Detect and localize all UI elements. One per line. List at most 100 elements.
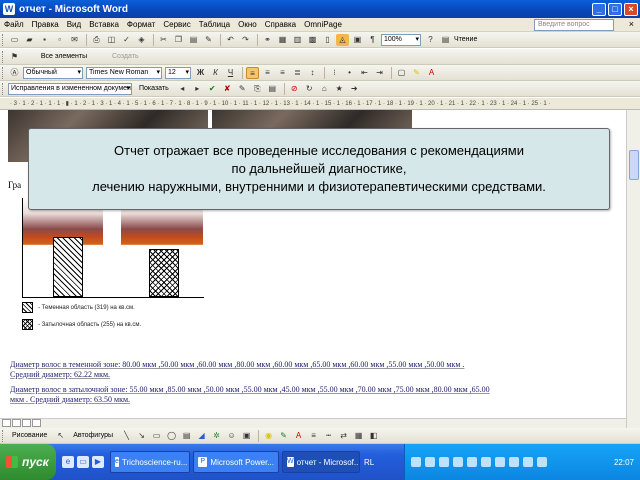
rectangle-icon[interactable]: ▭ — [150, 430, 163, 442]
menu-omnipage[interactable]: OmniPage — [300, 20, 346, 29]
undo-icon[interactable]: ↶ — [224, 34, 237, 46]
fill-color-icon[interactable]: ◉ — [262, 430, 275, 442]
close-document-button[interactable]: × — [629, 19, 634, 29]
oval-icon[interactable]: ◯ — [165, 430, 178, 442]
tables-borders-icon[interactable]: ▦ — [276, 34, 289, 46]
toolbar-grip[interactable] — [2, 429, 5, 442]
diagram-icon[interactable]: ✲ — [210, 430, 223, 442]
new-document-icon[interactable]: ▭ — [8, 34, 21, 46]
line-spacing-icon[interactable]: ↕ — [306, 67, 319, 79]
reviewing-pane-icon[interactable]: ▤ — [266, 83, 279, 95]
document-map-icon[interactable]: ▣ — [351, 34, 364, 46]
line-style-icon[interactable]: ≡ — [307, 430, 320, 442]
hyperlink-icon[interactable]: ⚭ — [261, 34, 274, 46]
next-change-icon[interactable]: ▸ — [191, 83, 204, 95]
dash-style-icon[interactable]: ┅ — [322, 430, 335, 442]
clipart-icon[interactable]: ☺ — [225, 430, 238, 442]
clock[interactable]: 22:07 — [614, 458, 634, 467]
maximize-button[interactable]: □ — [608, 2, 622, 16]
ie-icon[interactable]: e — [62, 456, 74, 468]
wordart-icon[interactable]: ◢ — [195, 430, 208, 442]
toolbar-grip[interactable] — [2, 82, 5, 95]
all-elements-button[interactable]: Все элементы — [23, 51, 105, 63]
underline-button[interactable]: Ч — [224, 67, 237, 79]
menu-edit[interactable]: Правка — [28, 20, 63, 29]
redo-icon[interactable]: ↷ — [239, 34, 252, 46]
font-select[interactable]: Times New Roman — [86, 66, 162, 79]
menu-table[interactable]: Таблица — [195, 20, 234, 29]
stop-icon[interactable]: ⊘ — [288, 83, 301, 95]
menu-view[interactable]: Вид — [63, 20, 85, 29]
help-icon[interactable]: ? — [424, 34, 437, 46]
borders-icon[interactable]: ▢ — [395, 67, 408, 79]
minimize-button[interactable]: _ — [592, 2, 606, 16]
help-search-input[interactable]: Введите вопрос — [534, 19, 614, 31]
outline-view-button[interactable] — [32, 419, 41, 427]
menu-window[interactable]: Окно — [234, 20, 261, 29]
menu-tools[interactable]: Сервис — [159, 20, 194, 29]
select-objects-icon[interactable]: ↖ — [54, 430, 67, 442]
tray-icon[interactable] — [523, 457, 533, 467]
desktop-icon[interactable]: ▭ — [77, 456, 89, 468]
paragraph-mark-icon[interactable]: ¶ — [366, 34, 379, 46]
display-for-review-select[interactable]: Исправления в измененном документе — [8, 82, 132, 95]
vertical-scrollbar[interactable] — [626, 110, 640, 428]
insert-excel-icon[interactable]: ▩ — [306, 34, 319, 46]
format-painter-icon[interactable]: ✎ — [202, 34, 215, 46]
task-powerpoint[interactable]: P Microsoft Power... — [193, 451, 279, 473]
show-markup-button[interactable]: Показать — [135, 83, 173, 95]
styles-pane-icon[interactable]: ⚑ — [8, 51, 21, 63]
print-view-button[interactable] — [22, 419, 31, 427]
language-indicator[interactable]: RL — [364, 458, 374, 467]
font-color-icon[interactable]: A — [292, 430, 305, 442]
increase-indent-icon[interactable]: ⇥ — [373, 67, 386, 79]
web-view-button[interactable] — [12, 419, 21, 427]
style-select[interactable]: Обычный — [23, 66, 83, 79]
open-folder-icon[interactable]: ▰ — [23, 34, 36, 46]
tray-icon[interactable] — [481, 457, 491, 467]
menu-help[interactable]: Справка — [261, 20, 300, 29]
bold-button[interactable]: Ж — [194, 67, 207, 79]
tray-icon[interactable] — [467, 457, 477, 467]
start-button[interactable]: пуск — [0, 444, 56, 480]
spelling-icon[interactable]: ✓ — [120, 34, 133, 46]
justify-icon[interactable]: ≣ — [291, 67, 304, 79]
autoshapes-button[interactable]: Автофигуры — [69, 430, 117, 442]
tray-icon[interactable] — [509, 457, 519, 467]
bullets-icon[interactable]: • — [343, 67, 356, 79]
copy-icon[interactable]: ❐ — [172, 34, 185, 46]
research-icon[interactable]: ◈ — [135, 34, 148, 46]
zoom-select[interactable]: 100% — [381, 33, 421, 46]
align-right-icon[interactable]: ≡ — [276, 67, 289, 79]
font-color-icon[interactable]: A — [425, 67, 438, 79]
media-icon[interactable]: ▶ — [92, 456, 104, 468]
3d-icon[interactable]: ◧ — [367, 430, 380, 442]
favorites-icon[interactable]: ★ — [333, 83, 346, 95]
print-icon[interactable]: ⎙ — [90, 34, 103, 46]
track-changes-icon[interactable]: ⎘ — [251, 83, 264, 95]
align-center-icon[interactable]: ≡ — [261, 67, 274, 79]
insert-table-icon[interactable]: ▥ — [291, 34, 304, 46]
line-color-icon[interactable]: ✎ — [277, 430, 290, 442]
tray-icon[interactable] — [411, 457, 421, 467]
insert-comment-icon[interactable]: ✎ — [236, 83, 249, 95]
drawing-icon[interactable]: ◬ — [336, 33, 349, 46]
font-size-select[interactable]: 12 — [165, 66, 191, 79]
numbering-icon[interactable]: ⁝ — [328, 67, 341, 79]
cut-icon[interactable]: ✂ — [157, 34, 170, 46]
toolbar-grip[interactable] — [2, 66, 5, 79]
toolbar-grip[interactable] — [2, 50, 5, 63]
picture-icon[interactable]: ▣ — [240, 430, 253, 442]
menu-file[interactable]: Файл — [0, 20, 28, 29]
horizontal-scrollbar[interactable] — [0, 418, 626, 428]
highlight-icon[interactable]: ✎ — [410, 67, 423, 79]
arrow-icon[interactable]: ↘ — [135, 430, 148, 442]
reject-change-icon[interactable]: ✘ — [221, 83, 234, 95]
decrease-indent-icon[interactable]: ⇤ — [358, 67, 371, 79]
tray-icon[interactable] — [453, 457, 463, 467]
create-style-button[interactable]: Создать — [108, 51, 143, 63]
columns-icon[interactable]: ▯ — [321, 34, 334, 46]
line-icon[interactable]: ╲ — [120, 430, 133, 442]
previous-change-icon[interactable]: ◂ — [176, 83, 189, 95]
go-icon[interactable]: ➜ — [348, 83, 361, 95]
